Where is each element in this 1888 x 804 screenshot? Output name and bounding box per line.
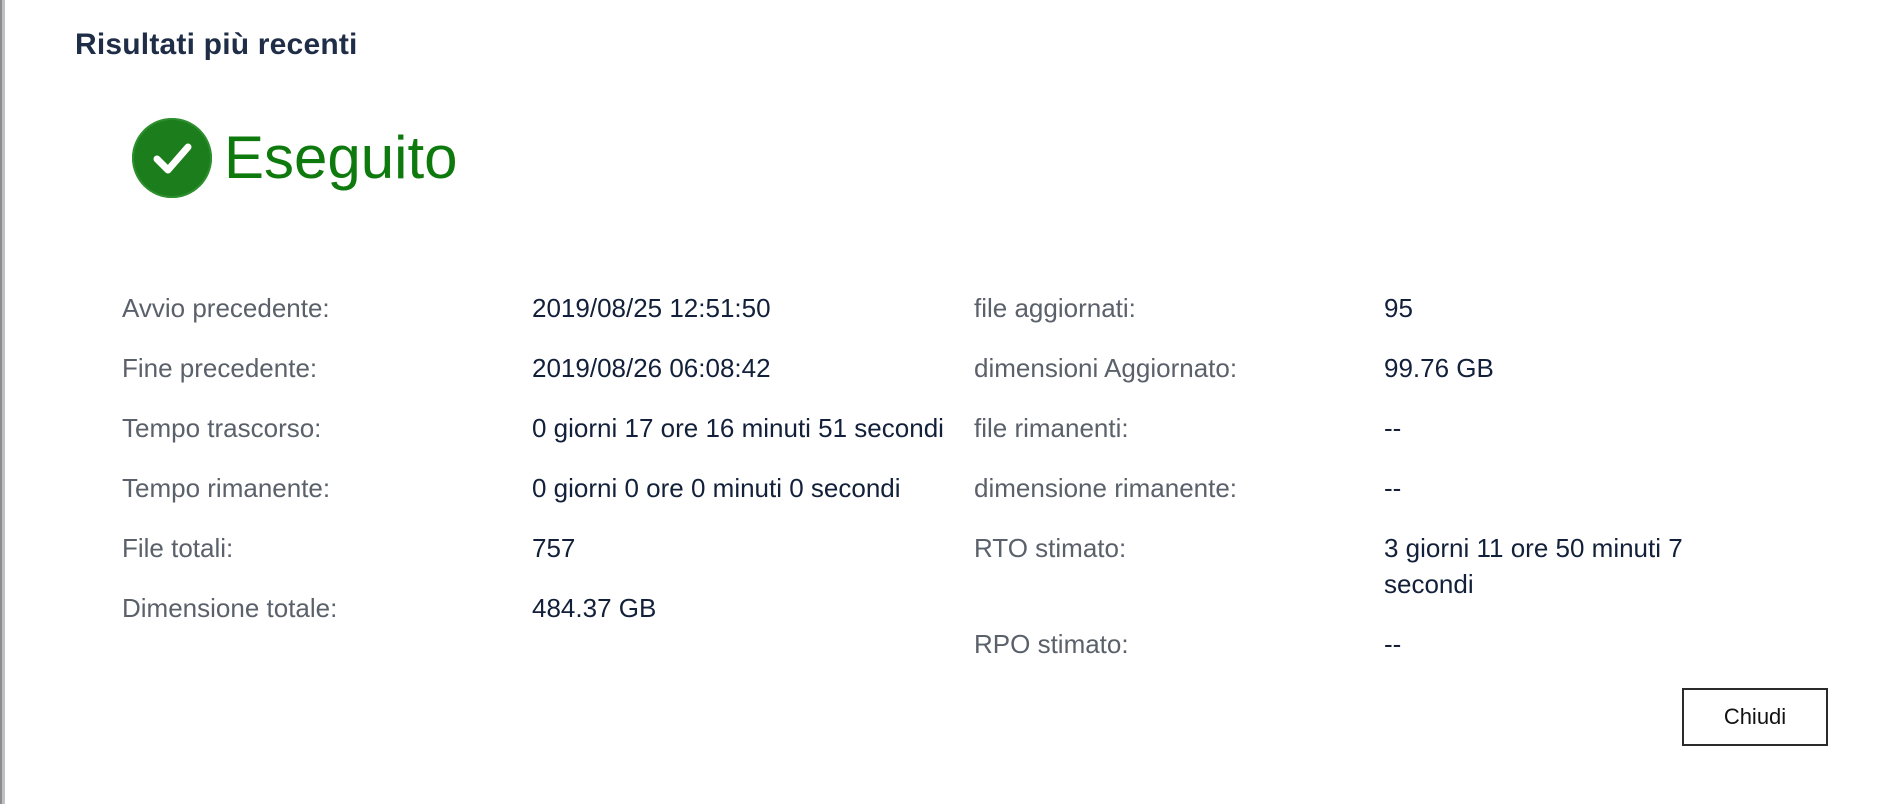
field-row-remaining-files: file rimanenti: -- — [974, 410, 1834, 446]
field-row-updated-size: dimensioni Aggiornato: 99.76 GB — [974, 350, 1834, 386]
field-label: RPO stimato: — [974, 629, 1129, 659]
field-value: 757 — [532, 533, 576, 563]
field-value: -- — [1384, 629, 1402, 659]
field-label: Tempo rimanente: — [122, 473, 331, 503]
field-label: dimensioni Aggiornato: — [974, 353, 1238, 383]
field-row-elapsed-time: Tempo trascorso: 0 giorni 17 ore 16 minu… — [122, 410, 952, 446]
close-button[interactable]: Chiudi — [1682, 688, 1828, 746]
field-label: RTO stimato: — [974, 533, 1127, 563]
field-label: Tempo trascorso: — [122, 413, 322, 443]
background-window-edge — [0, 0, 5, 804]
field-value: 2019/08/25 12:51:50 — [532, 293, 771, 323]
results-right-column: file aggiornati: 95 dimensioni Aggiornat… — [974, 290, 1834, 686]
field-row-updated-files: file aggiornati: 95 — [974, 290, 1834, 326]
field-value: 3 giorni 11 ore 50 minuti 7 secondi — [1384, 533, 1683, 599]
field-value: 2019/08/26 06:08:42 — [532, 353, 771, 383]
field-label: dimensione rimanente: — [974, 473, 1238, 503]
field-label: file aggiornati: — [974, 293, 1136, 323]
field-row-previous-end: Fine precedente: 2019/08/26 06:08:42 — [122, 350, 952, 386]
field-label: Dimensione totale: — [122, 593, 338, 623]
results-dialog: Risultati più recenti Eseguito Avvio pre… — [0, 0, 1888, 804]
field-row-remaining-time: Tempo rimanente: 0 giorni 0 ore 0 minuti… — [122, 470, 952, 506]
field-label: Avvio precedente: — [122, 293, 330, 323]
status-label: Eseguito — [224, 124, 458, 191]
field-row-total-files: File totali: 757 — [122, 530, 952, 566]
field-label: File totali: — [122, 533, 234, 563]
field-value: 99.76 GB — [1384, 353, 1494, 383]
field-row-estimated-rto: RTO stimato: 3 giorni 11 ore 50 minuti 7… — [974, 530, 1834, 602]
field-value: 484.37 GB — [532, 593, 657, 623]
results-left-column: Avvio precedente: 2019/08/25 12:51:50 Fi… — [122, 290, 952, 650]
dialog-title: Risultati più recenti — [75, 28, 358, 61]
status-indicator: Eseguito — [132, 118, 458, 198]
field-label: Fine precedente: — [122, 353, 318, 383]
field-row-total-size: Dimensione totale: 484.37 GB — [122, 590, 952, 626]
field-row-remaining-size: dimensione rimanente: -- — [974, 470, 1834, 506]
field-value: 0 giorni 17 ore 16 minuti 51 secondi — [532, 413, 944, 443]
field-label: file rimanenti: — [974, 413, 1129, 443]
field-value: -- — [1384, 473, 1402, 503]
check-circle-icon — [132, 118, 212, 198]
field-row-previous-start: Avvio precedente: 2019/08/25 12:51:50 — [122, 290, 952, 326]
field-value: 95 — [1384, 293, 1413, 323]
field-value: -- — [1384, 413, 1402, 443]
field-value: 0 giorni 0 ore 0 minuti 0 secondi — [532, 473, 901, 503]
field-row-estimated-rpo: RPO stimato: -- — [974, 626, 1834, 662]
